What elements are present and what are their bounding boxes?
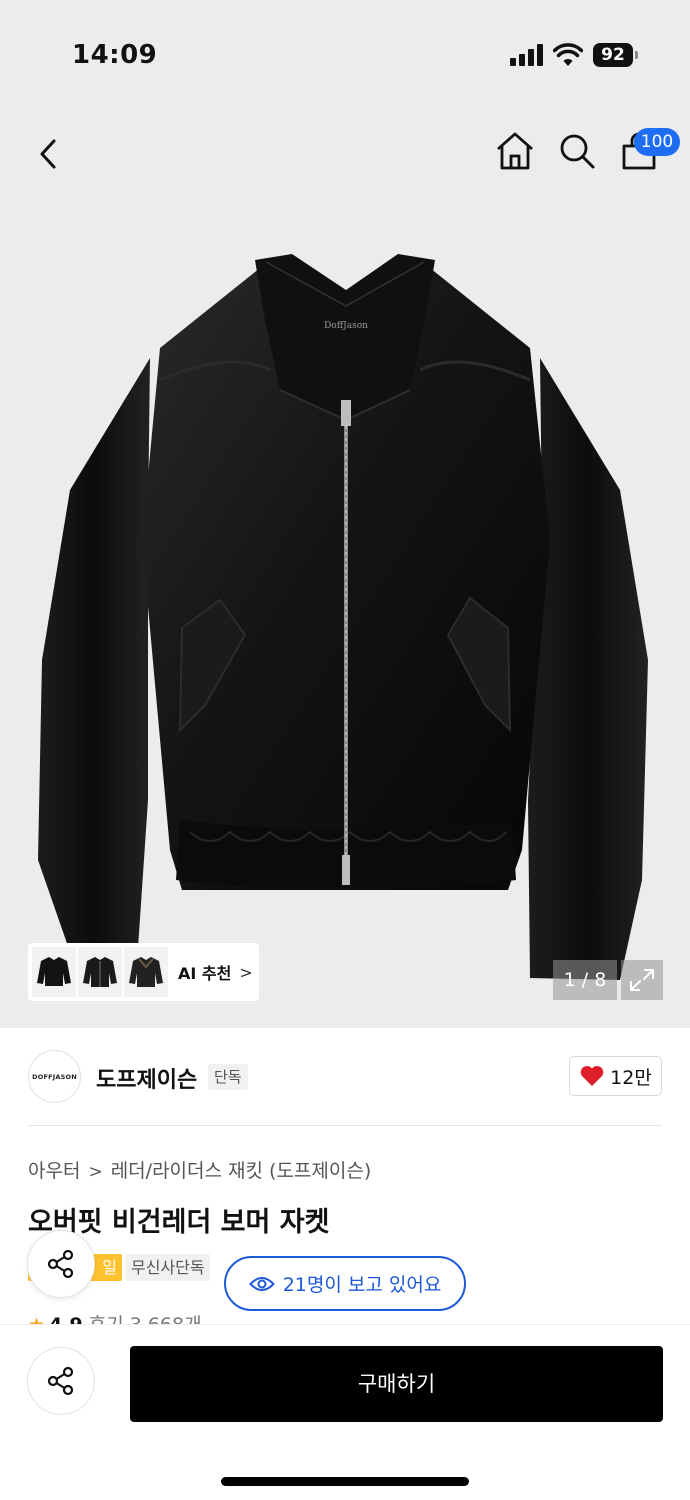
status-bar: 14:09 92 [0,0,690,110]
breadcrumb-category[interactable]: 아우터 [28,1160,80,1182]
eye-icon [248,1276,275,1291]
product-logo-text: DoffJason [324,321,368,331]
home-icon [497,132,533,170]
home-button[interactable] [494,130,536,172]
breadcrumb-separator: > [88,1162,103,1182]
cart-count-badge: 100 [634,128,680,156]
share-icon [47,1366,74,1396]
brand-name[interactable]: 도프제이슨 [96,1062,197,1094]
ai-recommend-label: AI 추천 [178,964,232,983]
product-image: DoffJason [38,254,648,980]
back-icon [40,139,56,169]
chevron-right-icon: > [239,962,253,982]
brand-row: DOFFJASON 도프제이슨 단독 12만 [0,1028,690,1126]
battery-tip [635,51,638,59]
home-indicator [221,1477,469,1486]
search-icon [560,134,595,169]
back-button[interactable] [30,134,70,174]
viewers-text: 21명이 보고 있어요 [282,1274,442,1296]
breadcrumb: 아우터 > 레더/라이더스 재킷 (도프제이슨) [28,1156,371,1183]
live-viewers-pill: 21명이 보고 있어요 [224,1256,466,1311]
heart-icon [580,1066,604,1086]
divider [28,1125,662,1126]
brand-exclusive-tag: 단독 [208,1064,248,1090]
thumbnail-1[interactable] [32,947,76,997]
ai-recommend-strip[interactable]: AI 추천 > [28,943,259,1001]
floating-share-button[interactable] [27,1230,95,1298]
buy-button[interactable]: 구매하기 [130,1346,663,1422]
battery-indicator: 92 [593,43,633,67]
status-time: 14:09 [72,40,158,70]
exclusive-badge: 무신사단독 [126,1254,210,1281]
signal-icon [510,44,544,66]
bottom-action-bar: 구매하기 [0,1324,690,1500]
wifi-icon [553,43,583,66]
product-gallery[interactable]: 100 DoffJason AI 추천 > 1 / 8 [0,110,690,1028]
expand-icon [630,969,654,991]
brand-logo[interactable]: DOFFJASON [28,1050,81,1103]
expand-image-button[interactable] [621,960,663,1000]
thumbnail-2[interactable] [78,947,122,997]
search-button[interactable] [556,130,598,172]
like-button[interactable]: 12만 [569,1056,662,1096]
like-count: 12만 [610,1066,652,1089]
image-page-counter: 1 / 8 [553,960,617,1000]
breadcrumb-subcategory[interactable]: 레더/라이더스 재킷 (도프제이슨) [111,1160,372,1182]
share-icon [47,1249,74,1279]
thumbnail-3[interactable] [124,947,168,997]
share-button[interactable] [27,1347,95,1415]
